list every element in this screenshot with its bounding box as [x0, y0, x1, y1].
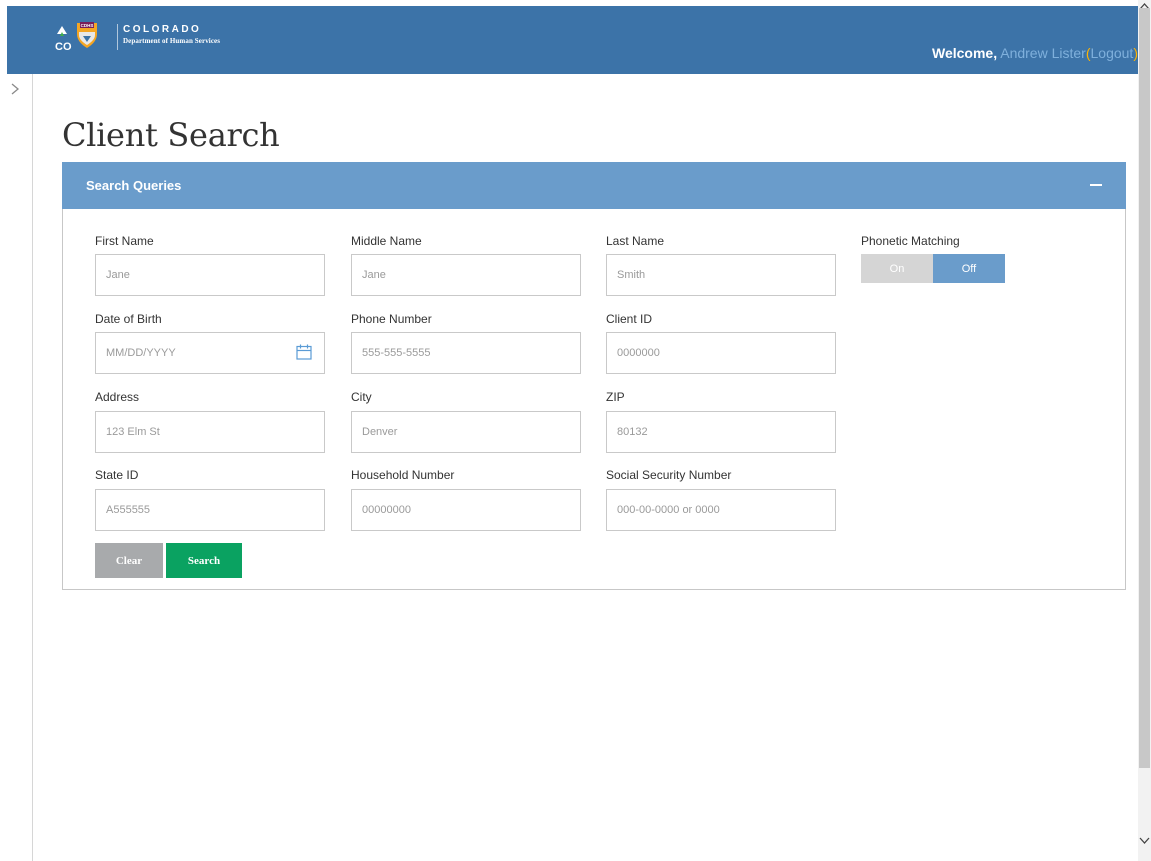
minus-icon[interactable] — [1090, 184, 1102, 186]
ssn-label: Social Security Number — [606, 468, 732, 482]
panel-header: Search Queries — [62, 162, 1126, 209]
chevron-right-icon[interactable] — [8, 82, 22, 96]
last-name-label: Last Name — [606, 234, 665, 248]
middle-name-label: Middle Name — [351, 234, 422, 248]
logo-text: CO — [55, 41, 72, 53]
first-name-input[interactable] — [95, 254, 325, 296]
logo-divider — [117, 24, 118, 50]
welcome-label: Welcome, — [932, 45, 998, 61]
phonetic-matching-label: Phonetic Matching — [861, 234, 960, 248]
phone-number-label: Phone Number — [351, 312, 432, 326]
client-id-input[interactable] — [606, 332, 836, 374]
scroll-thumb[interactable] — [1139, 8, 1150, 768]
phonetic-matching-toggle[interactable]: On Off — [861, 254, 1005, 283]
middle-name-input[interactable] — [351, 254, 581, 296]
panel-title: Search Queries — [86, 178, 182, 193]
user-name-link[interactable]: Andrew Lister — [1000, 45, 1086, 61]
address-label: Address — [95, 390, 140, 404]
logo-badge-text: CDHS — [81, 23, 94, 28]
side-nav — [0, 74, 33, 861]
city-input[interactable] — [351, 411, 581, 453]
state-id-input[interactable] — [95, 489, 325, 531]
address-input[interactable] — [95, 411, 325, 453]
search-button[interactable]: Search — [166, 543, 242, 578]
client-id-label: Client ID — [606, 312, 653, 326]
app-header: CO CDHS COLORADO Department of Human Ser… — [7, 6, 1138, 74]
brand: COLORADO Department of Human Services — [123, 24, 220, 46]
first-name-label: First Name — [95, 234, 154, 248]
date-of-birth-input[interactable] — [95, 332, 325, 374]
brand-name: COLORADO — [123, 24, 202, 35]
welcome-message: Welcome, Andrew Lister(Logout) — [932, 45, 1138, 61]
state-id-label: State ID — [95, 468, 139, 482]
brand-subtitle: Department of Human Services — [123, 37, 221, 45]
phonetic-on-option[interactable]: On — [861, 254, 933, 283]
household-number-input[interactable] — [351, 489, 581, 531]
last-name-input[interactable] — [606, 254, 836, 296]
zip-label: ZIP — [606, 390, 625, 404]
household-number-label: Household Number — [351, 468, 455, 482]
page: CO CDHS COLORADO Department of Human Ser… — [0, 0, 1151, 861]
city-label: City — [351, 390, 372, 404]
vertical-scrollbar[interactable] — [1138, 0, 1151, 861]
colorado-cdhs-logo[interactable]: CO CDHS — [51, 20, 111, 54]
ssn-input[interactable] — [606, 489, 836, 531]
calendar-icon[interactable] — [295, 343, 313, 361]
phonetic-off-option[interactable]: Off — [933, 254, 1005, 283]
page-title: Client Search — [62, 116, 280, 154]
logout-link[interactable]: Logout — [1091, 45, 1134, 61]
clear-button[interactable]: Clear — [95, 543, 163, 578]
zip-input[interactable] — [606, 411, 836, 453]
scroll-down-icon[interactable] — [1139, 834, 1150, 846]
search-queries-panel: Search Queries First Name Middle Name La… — [62, 162, 1126, 590]
phone-number-input[interactable] — [351, 332, 581, 374]
date-of-birth-label: Date of Birth — [95, 312, 162, 326]
